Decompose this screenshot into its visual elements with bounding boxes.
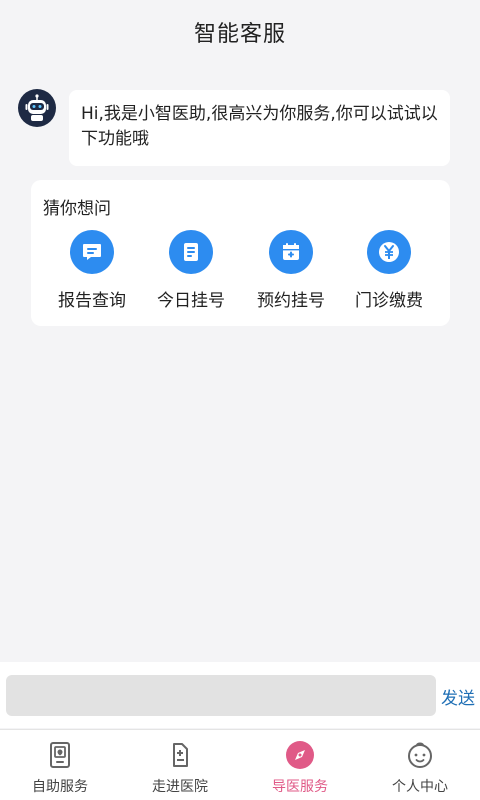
message-icon — [70, 230, 114, 274]
message-input-bar: 发送 — [0, 662, 480, 728]
bot-avatar — [18, 89, 56, 127]
func-label: 门诊缴费 — [355, 291, 423, 311]
func-today-register[interactable]: 今日挂号 — [141, 230, 241, 320]
hospital-icon — [165, 740, 195, 770]
func-report-query[interactable]: 报告查询 — [42, 230, 142, 320]
robot-icon — [21, 92, 53, 124]
func-label: 预约挂号 — [257, 291, 325, 311]
suggest-card: 猜你想问 报告查询 今日挂号 预约挂号 门诊缴费 — [31, 180, 450, 326]
func-label: 今日挂号 — [157, 291, 225, 311]
func-label: 报告查询 — [58, 291, 126, 311]
yen-icon — [367, 230, 411, 274]
page-title: 智能客服 — [193, 22, 286, 47]
tab-self-service[interactable]: 自助服务 — [0, 730, 120, 800]
bot-message-bubble: Hi,我是小智医助,很高兴为你服务,你可以试试以下功能哦 — [69, 90, 450, 166]
document-icon — [169, 230, 213, 274]
compass-icon — [285, 740, 315, 770]
tab-label: 走进医院 — [152, 779, 208, 795]
kiosk-icon — [45, 740, 75, 770]
bottom-tab-bar: 自助服务 走进医院 导医服务 个人中心 — [0, 729, 480, 800]
func-appointment[interactable]: 预约挂号 — [241, 230, 341, 320]
baby-face-icon — [405, 740, 435, 770]
tab-guide-service[interactable]: 导医服务 — [240, 730, 360, 800]
header-bar: 智能客服 — [0, 0, 480, 64]
calendar-plus-icon — [269, 230, 313, 274]
tab-label: 导医服务 — [272, 779, 328, 795]
suggest-title: 猜你想问 — [43, 199, 111, 219]
tab-profile[interactable]: 个人中心 — [360, 730, 480, 800]
send-button[interactable]: 发送 — [441, 684, 475, 709]
tab-hospital[interactable]: 走进医院 — [120, 730, 240, 800]
message-input[interactable] — [6, 675, 436, 716]
tab-label: 自助服务 — [32, 779, 88, 795]
func-outpatient-payment[interactable]: 门诊缴费 — [339, 230, 439, 320]
tab-label: 个人中心 — [392, 779, 448, 795]
